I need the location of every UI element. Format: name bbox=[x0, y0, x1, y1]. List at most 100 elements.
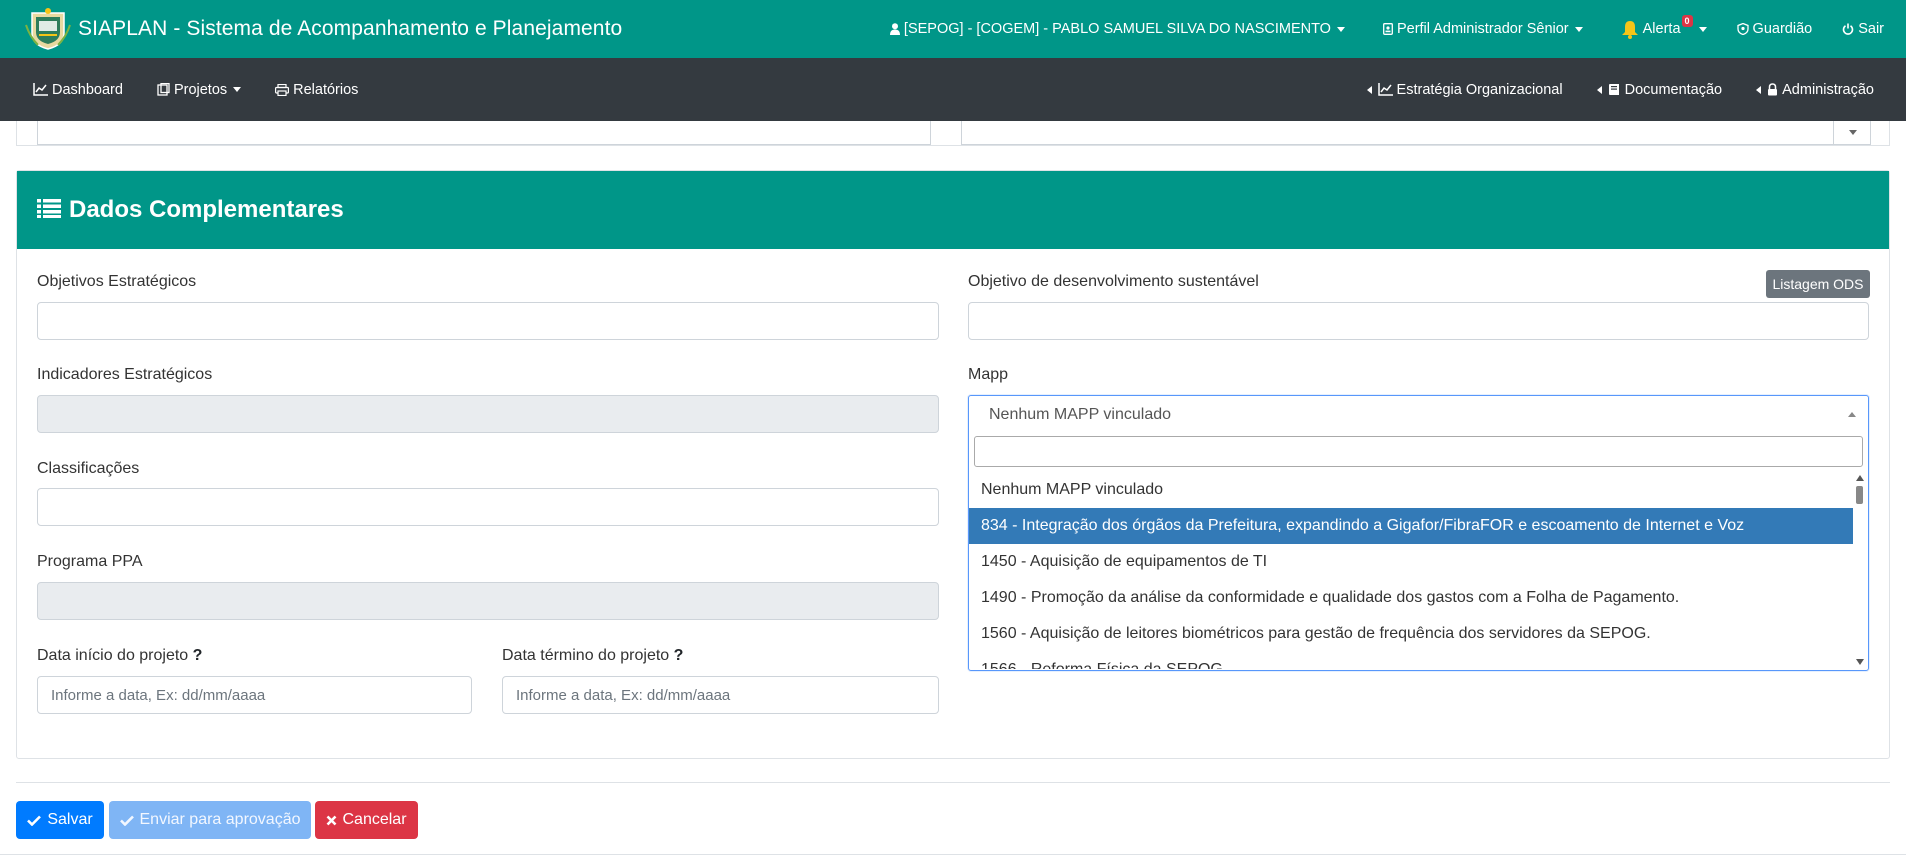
help-icon[interactable]: ? bbox=[193, 647, 203, 664]
start-date-label: Data início do projeto ? bbox=[37, 647, 202, 665]
mapp-option[interactable]: 1490 - Promoção da análise da conformida… bbox=[969, 580, 1853, 616]
mapp-selected-value[interactable]: Nenhum MAPP vinculado bbox=[969, 396, 1868, 434]
previous-field-right[interactable] bbox=[961, 121, 1871, 145]
cancel-label: Cancelar bbox=[342, 811, 407, 828]
start-date-placeholder: Informe a data, Ex: dd/mm/aaaa bbox=[51, 686, 266, 704]
scroll-up-icon[interactable] bbox=[1856, 475, 1864, 481]
cancel-button[interactable]: Cancelar bbox=[315, 801, 418, 839]
chevron-left-icon bbox=[1366, 85, 1372, 94]
classifications-label: Classificações bbox=[37, 460, 140, 477]
mapp-option[interactable]: Nenhum MAPP vinculado bbox=[969, 472, 1853, 508]
send-for-approval-button[interactable]: Enviar para aprovação bbox=[109, 801, 311, 839]
section-title: Dados Complementares bbox=[69, 196, 344, 223]
chevron-down-icon bbox=[1698, 26, 1707, 32]
nav-administration[interactable]: Administração bbox=[1756, 82, 1874, 98]
ppa-program-input[interactable] bbox=[37, 582, 939, 620]
strategic-objectives-input[interactable] bbox=[37, 302, 939, 340]
options-scrollbar[interactable] bbox=[1853, 472, 1867, 668]
ods-list-button[interactable]: Listagem ODS bbox=[1766, 270, 1870, 298]
previous-section-remnant bbox=[16, 121, 1890, 146]
nav-reports-label: Relatórios bbox=[293, 81, 359, 98]
chevron-down-icon bbox=[1574, 26, 1583, 32]
mapp-option-highlighted[interactable]: 834 - Integração dos órgãos da Prefeitur… bbox=[969, 508, 1853, 544]
mapp-option[interactable]: 1560 - Aquisição de leitores biométricos… bbox=[969, 616, 1853, 652]
nav-dashboard-label: Dashboard bbox=[52, 81, 123, 98]
line-chart-icon bbox=[1377, 83, 1393, 96]
power-icon bbox=[1842, 23, 1854, 35]
strategic-indicators-label: Indicadores Estratégicos bbox=[37, 366, 213, 383]
save-label: Salvar bbox=[47, 811, 93, 828]
mapp-options-list: Nenhum MAPP vinculado 834 - Integração d… bbox=[969, 472, 1853, 669]
nav-documentation[interactable]: Documentação bbox=[1596, 81, 1723, 98]
nav-dashboard[interactable]: Dashboard bbox=[33, 82, 123, 98]
book-icon bbox=[1608, 83, 1621, 96]
id-badge-icon bbox=[1383, 23, 1393, 35]
divider bbox=[0, 854, 1906, 855]
nav-projects-label: Projetos bbox=[173, 81, 228, 98]
logout-label: Sair bbox=[1858, 21, 1884, 37]
close-icon bbox=[326, 815, 337, 826]
scroll-down-icon[interactable] bbox=[1856, 659, 1864, 665]
end-date-input[interactable]: Informe a data, Ex: dd/mm/aaaa bbox=[502, 676, 939, 714]
mapp-label: Mapp bbox=[968, 366, 1009, 383]
alert-count-badge: 0 bbox=[1681, 15, 1693, 27]
ppa-program-label: Programa PPA bbox=[37, 553, 143, 570]
nav-administration-label: Administração bbox=[1782, 81, 1874, 98]
top-bar: SIAPLAN - Sistema de Acompanhamento e Pl… bbox=[0, 0, 1906, 58]
profile-name: Perfil Administrador Sênior bbox=[1396, 21, 1569, 37]
end-date-label-text: Data término do projeto bbox=[502, 647, 670, 664]
chevron-down-icon bbox=[1849, 130, 1857, 135]
nav-reports[interactable]: Relatórios bbox=[275, 82, 358, 98]
chevron-left-icon bbox=[1756, 85, 1762, 94]
line-chart-icon bbox=[33, 83, 48, 96]
strategic-indicators-input[interactable] bbox=[37, 395, 939, 433]
divider bbox=[16, 782, 1890, 783]
chevron-up-icon bbox=[1848, 412, 1856, 417]
end-date-placeholder: Informe a data, Ex: dd/mm/aaaa bbox=[516, 686, 731, 704]
scrollbar-thumb[interactable] bbox=[1856, 486, 1863, 504]
send-label: Enviar para aprovação bbox=[139, 811, 301, 828]
logout-link[interactable]: Sair bbox=[1842, 21, 1884, 37]
bell-icon bbox=[1621, 20, 1639, 39]
user-menu[interactable]: [SEPOG] - [COGEM] - PABLO SAMUEL SILVA D… bbox=[889, 21, 1345, 37]
guardian-link[interactable]: Guardião bbox=[1736, 21, 1813, 37]
help-icon[interactable]: ? bbox=[674, 647, 684, 664]
strategic-objectives-label: Objetivos Estratégicos bbox=[37, 273, 197, 290]
start-date-label-text: Data início do projeto bbox=[37, 647, 189, 664]
alert-label: Alerta bbox=[1642, 21, 1681, 37]
main-navbar: Dashboard Projetos Relatórios Estratégia… bbox=[0, 58, 1906, 121]
mapp-select-dropdown[interactable]: Nenhum MAPP vinculado Nenhum MAPP vincul… bbox=[968, 395, 1869, 671]
mapp-selected-text: Nenhum MAPP vinculado bbox=[989, 406, 1172, 423]
check-icon bbox=[27, 815, 42, 826]
guardian-icon bbox=[1736, 23, 1749, 35]
previous-field-left[interactable] bbox=[37, 121, 931, 145]
mapp-search-input[interactable] bbox=[974, 436, 1863, 467]
classifications-input[interactable] bbox=[37, 488, 939, 526]
mapp-option[interactable]: 1450 - Aquisição de equipamentos de TI bbox=[969, 544, 1853, 580]
nav-strategy[interactable]: Estratégia Organizacional bbox=[1366, 82, 1563, 98]
chevron-left-icon bbox=[1596, 85, 1602, 94]
nav-documentation-label: Documentação bbox=[1624, 81, 1723, 98]
divider bbox=[1833, 121, 1834, 144]
sdg-input[interactable] bbox=[968, 302, 1869, 340]
user-icon bbox=[889, 23, 900, 35]
save-button[interactable]: Salvar bbox=[16, 801, 104, 839]
list-icon bbox=[37, 198, 61, 223]
clipboard-icon bbox=[157, 83, 170, 96]
guardian-label: Guardião bbox=[1752, 21, 1813, 37]
chevron-down-icon bbox=[233, 87, 242, 92]
city-seal-logo bbox=[24, 7, 72, 51]
brand[interactable]: SIAPLAN - Sistema de Acompanhamento e Pl… bbox=[24, 7, 622, 51]
app-title: SIAPLAN - Sistema de Acompanhamento e Pl… bbox=[78, 17, 623, 40]
nav-projects[interactable]: Projetos bbox=[157, 81, 242, 98]
print-icon bbox=[275, 83, 290, 96]
end-date-label: Data término do projeto ? bbox=[502, 647, 683, 665]
card-header: Dados Complementares bbox=[17, 171, 1889, 249]
sdg-label: Objetivo de desenvolvimento sustentável bbox=[968, 273, 1259, 290]
chevron-down-icon bbox=[1336, 26, 1345, 32]
alert-menu[interactable]: Alerta 0 bbox=[1621, 15, 1707, 39]
start-date-input[interactable]: Informe a data, Ex: dd/mm/aaaa bbox=[37, 676, 472, 714]
profile-menu[interactable]: Perfil Administrador Sênior bbox=[1383, 21, 1583, 37]
mapp-option[interactable]: 1566 - Reforma Física da SEPOG bbox=[969, 652, 1853, 669]
user-name: [SEPOG] - [COGEM] - PABLO SAMUEL SILVA D… bbox=[903, 21, 1331, 37]
